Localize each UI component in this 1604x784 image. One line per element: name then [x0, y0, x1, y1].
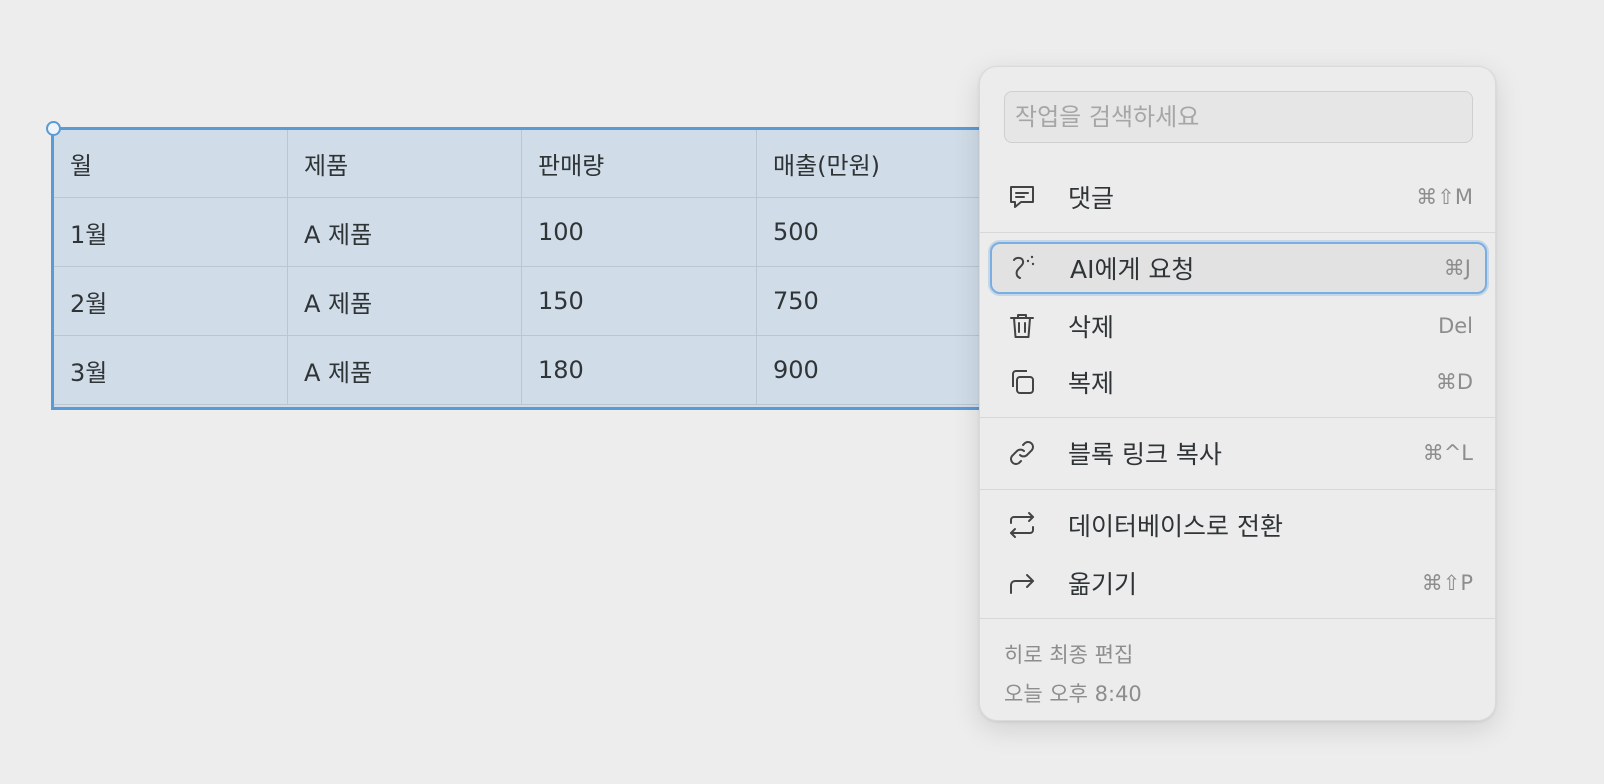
- data-table: 월 제품 판매량 매출(만원) 1월 A 제품 100 500 2월 A 제품 …: [53, 129, 1013, 405]
- menu-item-shortcut: ⌘⇧M: [1416, 185, 1473, 209]
- menu-item-label: 삭제: [1068, 313, 1115, 342]
- menu-divider: [980, 232, 1497, 233]
- table-cell[interactable]: A 제품: [287, 335, 522, 405]
- selection-resize-handle[interactable]: [46, 121, 61, 136]
- table-cell[interactable]: 150: [521, 266, 757, 336]
- menu-item-copy-link[interactable]: 블록 링크 복사 ⌘^L: [990, 427, 1487, 479]
- table-cell[interactable]: 500: [756, 197, 1013, 267]
- table-cell[interactable]: 2월: [53, 266, 288, 336]
- menu-item-label: 데이터베이스로 전환: [1068, 512, 1283, 541]
- menu-item-shortcut: ⌘D: [1435, 370, 1473, 394]
- trash-icon: [1006, 310, 1038, 342]
- last-edited-time: 오늘 오후 8:40: [1004, 682, 1142, 706]
- block-context-menu: 댓글 ⌘⇧M AI에게 요청 ⌘J 삭제 Del: [979, 66, 1497, 721]
- link-icon: [1006, 437, 1038, 469]
- comment-icon: [1006, 181, 1038, 213]
- table-cell[interactable]: 100: [521, 197, 757, 267]
- table-cell[interactable]: A 제품: [287, 266, 522, 336]
- table-cell[interactable]: 1월: [53, 197, 288, 267]
- last-edited-by: 히로 최종 편집: [1004, 643, 1134, 667]
- table-row: 3월 A 제품 180 900: [53, 335, 1013, 405]
- menu-item-shortcut: Del: [1438, 314, 1473, 338]
- menu-divider: [980, 417, 1497, 418]
- menu-divider: [980, 489, 1497, 490]
- menu-item-shortcut: ⌘J: [1443, 256, 1471, 280]
- menu-item-label: AI에게 요청: [1070, 255, 1195, 284]
- menu-item-ask-ai[interactable]: AI에게 요청 ⌘J: [990, 242, 1487, 294]
- table-header-cell[interactable]: 매출(만원): [756, 129, 1013, 198]
- table-cell[interactable]: 3월: [53, 335, 288, 405]
- table-header-cell[interactable]: 월: [53, 129, 288, 198]
- duplicate-icon: [1006, 366, 1038, 398]
- menu-item-label: 복제: [1068, 369, 1115, 398]
- table-row: 2월 A 제품 150 750: [53, 266, 1013, 336]
- menu-item-label: 옮기기: [1068, 570, 1138, 599]
- table-cell[interactable]: 180: [521, 335, 757, 405]
- menu-item-shortcut: ⌘⇧P: [1421, 571, 1473, 595]
- menu-item-label: 블록 링크 복사: [1068, 440, 1222, 469]
- menu-item-label: 댓글: [1068, 184, 1115, 213]
- menu-item-duplicate[interactable]: 복제 ⌘D: [990, 356, 1487, 408]
- menu-divider: [980, 618, 1497, 619]
- table-cell[interactable]: 900: [756, 335, 1013, 405]
- menu-item-move[interactable]: 옮기기 ⌘⇧P: [990, 557, 1487, 609]
- menu-item-shortcut: ⌘^L: [1422, 441, 1473, 465]
- table-header-cell[interactable]: 판매량: [521, 129, 757, 198]
- table-cell[interactable]: 750: [756, 266, 1013, 336]
- table-row: 1월 A 제품 100 500: [53, 197, 1013, 267]
- table-header-cell[interactable]: 제품: [287, 129, 522, 198]
- menu-item-convert-database[interactable]: 데이터베이스로 전환: [990, 499, 1487, 551]
- convert-icon: [1006, 509, 1038, 541]
- table-header-row: 월 제품 판매량 매출(만원): [53, 129, 1013, 198]
- menu-item-comment[interactable]: 댓글 ⌘⇧M: [990, 171, 1487, 223]
- table-block[interactable]: 월 제품 판매량 매출(만원) 1월 A 제품 100 500 2월 A 제품 …: [51, 127, 1015, 410]
- table-cell[interactable]: A 제품: [287, 197, 522, 267]
- ai-sparkle-icon: [1008, 252, 1040, 284]
- menu-item-delete[interactable]: 삭제 Del: [990, 300, 1487, 352]
- action-search-input[interactable]: [1004, 91, 1473, 143]
- move-arrow-icon: [1006, 567, 1038, 599]
